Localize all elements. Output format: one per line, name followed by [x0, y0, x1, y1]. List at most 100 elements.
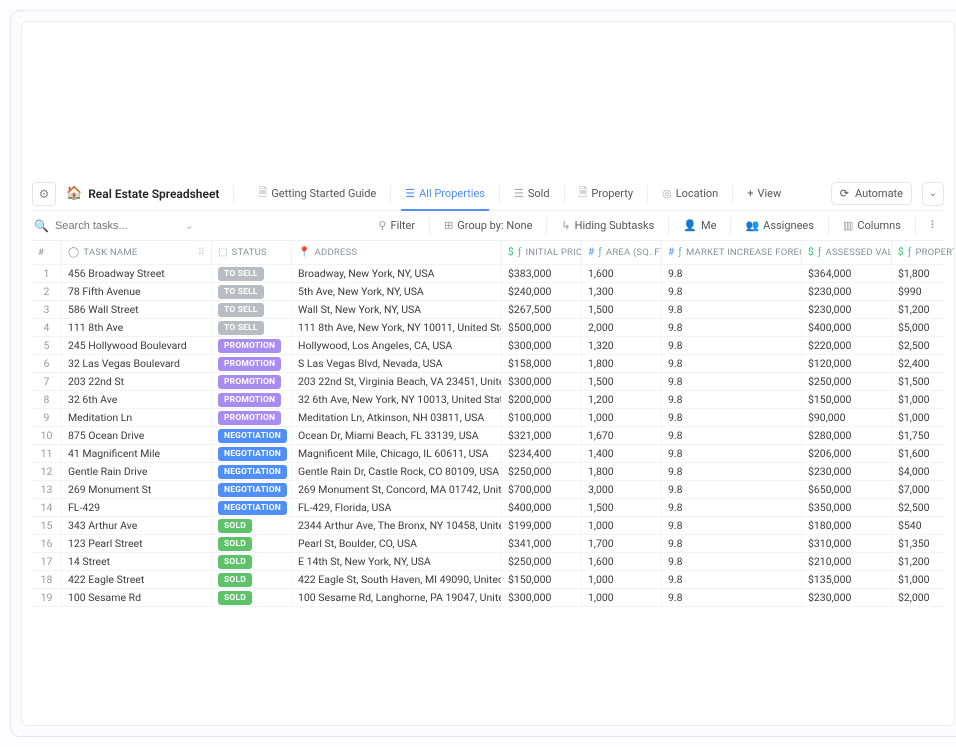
table-row[interactable]: 10875 Ocean DriveNEGOTIATIONOcean Dr, Mi…: [32, 427, 944, 445]
cell-status[interactable]: TO SELL: [212, 319, 292, 336]
cell-forecast[interactable]: 9.8: [662, 553, 802, 570]
cell-status[interactable]: SOLD: [212, 571, 292, 588]
cell-task-name[interactable]: 123 Pearl Street: [62, 535, 212, 552]
cell-initial-price[interactable]: $700,000: [502, 481, 582, 498]
table-row[interactable]: 632 Las Vegas BoulevardPROMOTIONS Las Ve…: [32, 355, 944, 373]
cell-tax[interactable]: $990: [892, 283, 955, 300]
cell-number[interactable]: 18: [32, 571, 62, 588]
cell-area[interactable]: 3,000: [582, 481, 662, 498]
cell-area[interactable]: 1,800: [582, 463, 662, 480]
cell-number[interactable]: 10: [32, 427, 62, 444]
cell-address[interactable]: Meditation Ln, Atkinson, NH 03811, USA: [292, 409, 502, 426]
cell-status[interactable]: SOLD: [212, 535, 292, 552]
cell-assessed[interactable]: $120,000: [802, 355, 892, 372]
cell-tax[interactable]: $1,000: [892, 409, 955, 426]
tab-all-properties[interactable]: ☰ All Properties: [397, 181, 493, 206]
cell-address[interactable]: S Las Vegas Blvd, Nevada, USA: [292, 355, 502, 372]
cell-assessed[interactable]: $400,000: [802, 319, 892, 336]
cell-address[interactable]: 203 22nd St, Virginia Beach, VA 23451, U…: [292, 373, 502, 390]
cell-task-name[interactable]: 422 Eagle Street: [62, 571, 212, 588]
col-number[interactable]: #: [32, 241, 62, 264]
cell-assessed[interactable]: $350,000: [802, 499, 892, 516]
cell-forecast[interactable]: 9.8: [662, 571, 802, 588]
cell-task-name[interactable]: 100 Sesame Rd: [62, 589, 212, 606]
cell-tax[interactable]: $540: [892, 517, 955, 534]
cell-assessed[interactable]: $210,000: [802, 553, 892, 570]
cell-area[interactable]: 1,300: [582, 283, 662, 300]
cell-assessed[interactable]: $364,000: [802, 265, 892, 282]
tab-getting-started[interactable]: 🗎 Getting Started Guide: [250, 178, 384, 209]
cell-area[interactable]: 1,500: [582, 499, 662, 516]
cell-tax[interactable]: $1,000: [892, 391, 955, 408]
cell-status[interactable]: TO SELL: [212, 265, 292, 282]
cell-initial-price[interactable]: $234,400: [502, 445, 582, 462]
cell-initial-price[interactable]: $341,000: [502, 535, 582, 552]
cell-address[interactable]: Hollywood, Los Angeles, CA, USA: [292, 337, 502, 354]
cell-address[interactable]: Gentle Rain Dr, Castle Rock, CO 80109, U…: [292, 463, 502, 480]
cell-task-name[interactable]: Gentle Rain Drive: [62, 463, 212, 480]
cell-area[interactable]: 2,000: [582, 319, 662, 336]
cell-forecast[interactable]: 9.8: [662, 481, 802, 498]
cell-number[interactable]: 13: [32, 481, 62, 498]
cell-assessed[interactable]: $650,000: [802, 481, 892, 498]
cell-tax[interactable]: $1,500: [892, 373, 955, 390]
cell-forecast[interactable]: 9.8: [662, 535, 802, 552]
cell-task-name[interactable]: 78 Fifth Avenue: [62, 283, 212, 300]
cell-initial-price[interactable]: $250,000: [502, 463, 582, 480]
cell-number[interactable]: 6: [32, 355, 62, 372]
cell-initial-price[interactable]: $383,000: [502, 265, 582, 282]
cell-task-name[interactable]: 456 Broadway Street: [62, 265, 212, 282]
cell-status[interactable]: PROMOTION: [212, 337, 292, 354]
cell-area[interactable]: 1,000: [582, 409, 662, 426]
cell-initial-price[interactable]: $300,000: [502, 337, 582, 354]
cell-address[interactable]: FL-429, Florida, USA: [292, 499, 502, 516]
cell-tax[interactable]: $7,000: [892, 481, 955, 498]
cell-task-name[interactable]: 875 Ocean Drive: [62, 427, 212, 444]
cell-task-name[interactable]: 32 Las Vegas Boulevard: [62, 355, 212, 372]
cell-status[interactable]: NEGOTIATION: [212, 481, 292, 498]
table-row[interactable]: 18422 Eagle StreetSOLD422 Eagle St, Sout…: [32, 571, 944, 589]
cell-tax[interactable]: $1,750: [892, 427, 955, 444]
table-row[interactable]: 1141 Magnificent MileNEGOTIATIONMagnific…: [32, 445, 944, 463]
add-view-button[interactable]: + View: [739, 181, 789, 206]
filter-button[interactable]: ⚲ Filter: [374, 219, 419, 232]
cell-status[interactable]: TO SELL: [212, 283, 292, 300]
table-row[interactable]: 7203 22nd StPROMOTION203 22nd St, Virgin…: [32, 373, 944, 391]
tab-sold[interactable]: ☰ Sold: [506, 181, 558, 206]
cell-assessed[interactable]: $280,000: [802, 427, 892, 444]
cell-assessed[interactable]: $310,000: [802, 535, 892, 552]
cell-address[interactable]: 2344 Arthur Ave, The Bronx, NY 10458, Un…: [292, 517, 502, 534]
col-assessed-value[interactable]: $ ƒ ASSESSED VALUE: [802, 241, 892, 264]
tab-location[interactable]: ◎ Location: [654, 181, 726, 206]
cell-tax[interactable]: $2,400: [892, 355, 955, 372]
table-row[interactable]: 9Meditation LnPROMOTIONMeditation Ln, At…: [32, 409, 944, 427]
cell-number[interactable]: 16: [32, 535, 62, 552]
cell-assessed[interactable]: $230,000: [802, 589, 892, 606]
cell-number[interactable]: 11: [32, 445, 62, 462]
cell-address[interactable]: 5th Ave, New York, NY, USA: [292, 283, 502, 300]
col-status[interactable]: ⬚ STATUS: [212, 241, 292, 264]
search-input[interactable]: [55, 220, 165, 232]
table-row[interactable]: 4111 8th AveTO SELL111 8th Ave, New York…: [32, 319, 944, 337]
cell-task-name[interactable]: 586 Wall Street: [62, 301, 212, 318]
cell-area[interactable]: 1,700: [582, 535, 662, 552]
cell-tax[interactable]: $1,800: [892, 265, 955, 282]
cell-address[interactable]: Wall St, New York, NY, USA: [292, 301, 502, 318]
me-button[interactable]: 👤 Me: [679, 219, 720, 232]
settings-button[interactable]: ⚙: [32, 182, 56, 206]
cell-initial-price[interactable]: $100,000: [502, 409, 582, 426]
cell-address[interactable]: 422 Eagle St, South Haven, MI 49090, Uni…: [292, 571, 502, 588]
automate-button[interactable]: ⟳ Automate: [831, 182, 912, 205]
cell-assessed[interactable]: $230,000: [802, 283, 892, 300]
cell-status[interactable]: SOLD: [212, 589, 292, 606]
cell-area[interactable]: 1,600: [582, 553, 662, 570]
col-property-tax[interactable]: $ ƒ PROPERTY TAX (PER ...): [892, 241, 955, 264]
cell-area[interactable]: 1,400: [582, 445, 662, 462]
table-row[interactable]: 19100 Sesame RdSOLD100 Sesame Rd, Langho…: [32, 589, 944, 607]
cell-forecast[interactable]: 9.8: [662, 373, 802, 390]
cell-status[interactable]: TO SELL: [212, 301, 292, 318]
cell-status[interactable]: NEGOTIATION: [212, 427, 292, 444]
cell-address[interactable]: 32 6th Ave, New York, NY 10013, United S…: [292, 391, 502, 408]
cell-assessed[interactable]: $90,000: [802, 409, 892, 426]
cell-initial-price[interactable]: $300,000: [502, 373, 582, 390]
